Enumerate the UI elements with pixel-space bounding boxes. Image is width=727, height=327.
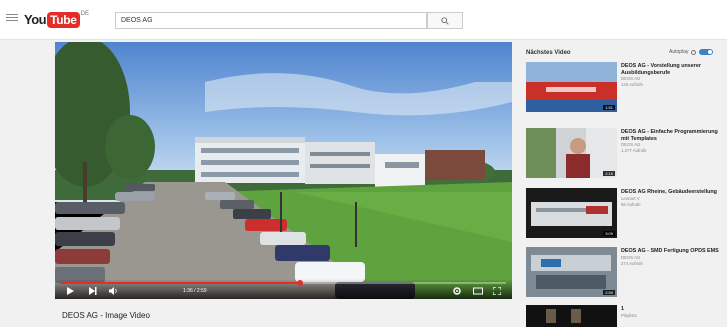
related-video-title[interactable]: DEOS AG - Vorstellung unserer Ausbildung…: [621, 63, 727, 76]
video-thumbnail[interactable]: 1:51: [526, 62, 617, 112]
duration-badge: 1:51: [603, 105, 615, 110]
autoplay-control: Autoplay: [669, 49, 714, 55]
youtube-logo[interactable]: You Tube DE: [24, 11, 89, 28]
related-video-views: 1.277 Aufrufe: [621, 148, 647, 154]
progress-bar[interactable]: [61, 280, 506, 286]
autoplay-toggle[interactable]: [699, 49, 714, 55]
volume-icon[interactable]: [109, 287, 118, 295]
logo-country-code: DE: [80, 11, 90, 17]
settings-gear-icon[interactable]: [453, 287, 461, 295]
autoplay-label: Autoplay: [669, 49, 689, 55]
video-thumbnail[interactable]: 2:16: [526, 128, 617, 178]
duration-badge: 3:09: [603, 231, 615, 236]
video-thumbnail[interactable]: 3:09: [526, 188, 617, 238]
related-video-title[interactable]: DEOS AG - Einfache Programmierung mit Te…: [621, 129, 727, 142]
related-video-item[interactable]: 1:51 DEOS AG - Vorstellung unserer Ausbi…: [526, 62, 727, 112]
next-icon[interactable]: [89, 287, 97, 295]
logo-tube-text: Tube: [47, 11, 80, 28]
progress-scrubber[interactable]: [296, 280, 303, 286]
progress-fill: [61, 282, 300, 284]
video-thumbnail[interactable]: 2:59: [526, 247, 617, 297]
related-video-title[interactable]: 1: [621, 306, 727, 313]
duration-badge: 2:59: [603, 290, 615, 295]
search-icon: [441, 16, 449, 25]
video-player[interactable]: 1:36 / 2:59: [55, 42, 512, 299]
video-title: DEOS AG - Image Video: [62, 311, 150, 320]
related-video-title[interactable]: DEOS AG - SMD Fertigung OPDS EMS: [621, 248, 727, 255]
up-next-heading: Nächstes Video: [526, 50, 571, 56]
search-input[interactable]: DEOS AG: [115, 12, 427, 29]
info-icon[interactable]: [691, 49, 697, 55]
related-video-item[interactable]: 2:16 DEOS AG - Einfache Programmierung m…: [526, 128, 727, 178]
guide-menu-icon[interactable]: [6, 12, 18, 26]
related-video-item[interactable]: 2:59 DEOS AG - SMD Fertigung OPDS EMS DE…: [526, 247, 727, 297]
related-video-views: 274 Aufrufe: [621, 260, 643, 266]
theater-mode-icon[interactable]: [473, 287, 483, 295]
related-video-title[interactable]: DEOS AG Rheine, Gebäudeerstellung: [621, 189, 727, 196]
related-playlist-item[interactable]: 1 Playlists: [526, 305, 727, 327]
time-display: 1:36 / 2:59: [183, 288, 207, 294]
related-video-channel: Playlists: [621, 312, 637, 318]
player-controls: 1:36 / 2:59: [55, 279, 512, 299]
duration-badge: 2:16: [603, 171, 615, 176]
related-video-views: 66 Aufrufe: [621, 201, 641, 207]
logo-you-text: You: [24, 12, 47, 27]
play-icon[interactable]: [67, 287, 74, 295]
search-button[interactable]: [427, 12, 463, 29]
playlist-thumbnail[interactable]: [526, 305, 617, 327]
related-video-item[interactable]: 3:09 DEOS AG Rheine, Gebäudeerstellung L…: [526, 188, 727, 238]
masthead: You Tube DE DEOS AG: [0, 0, 727, 40]
fullscreen-icon[interactable]: [493, 287, 501, 295]
related-video-views: 126 Aufrufe: [621, 82, 643, 88]
video-frame: [55, 42, 512, 299]
